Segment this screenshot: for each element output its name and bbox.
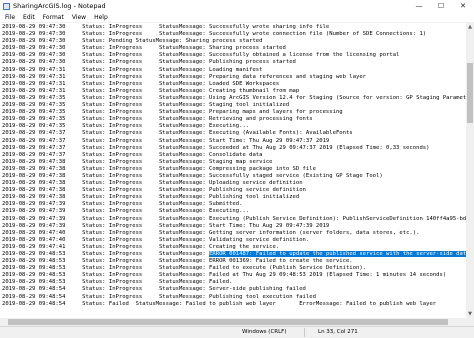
line-ending-indicator: Windows (CRLF) xyxy=(242,329,287,335)
log-line: 2019-08-29 09:47:30 Status: InProgress S… xyxy=(2,59,296,66)
scroll-down-arrow-icon[interactable]: ▼ xyxy=(466,310,474,318)
scroll-up-arrow-icon[interactable]: ▲ xyxy=(466,23,474,31)
window-controls: — ☐ ✕ xyxy=(408,0,474,12)
log-line: 2019-08-29 09:47:38 Status: InProgress S… xyxy=(2,165,316,172)
log-line: 2019-08-29 09:47:39 Status: InProgress S… xyxy=(2,201,243,208)
log-line: 2019-08-29 09:47:37 Status: InProgress S… xyxy=(2,144,430,151)
selected-text[interactable]: ERROR 001487: Failed to update the publi… xyxy=(209,251,466,257)
menu-help[interactable]: Help xyxy=(91,14,111,21)
status-divider xyxy=(304,328,305,337)
close-button[interactable]: ✕ xyxy=(452,0,474,12)
log-line: 2019-08-29 09:47:38 Status: InProgress S… xyxy=(2,172,383,179)
scrollbar-corner xyxy=(466,318,474,326)
log-line: 2019-08-29 09:47:37 Status: InProgress S… xyxy=(2,130,353,137)
horizontal-scroll-thumb[interactable] xyxy=(8,319,448,325)
vertical-scroll-thumb[interactable] xyxy=(467,63,473,123)
log-line: 2019-08-29 09:48:53 Status: InProgress S… xyxy=(2,251,466,258)
log-line: 2019-08-29 09:47:35 Status: InProgress S… xyxy=(2,123,250,130)
log-line: 2019-08-29 09:47:37 Status: InProgress S… xyxy=(2,137,330,144)
log-line: 2019-08-29 09:47:40 Status: InProgress S… xyxy=(2,236,310,243)
log-line-prefix: 2019-08-29 09:48:53 Status: InProgress S… xyxy=(2,251,210,257)
log-line: 2019-08-29 09:47:30 Status: InProgress S… xyxy=(2,24,330,30)
log-line: 2019-08-29 09:47:30 Status: InProgress S… xyxy=(2,52,400,59)
log-line: 2019-08-29 09:48:53 Status: InProgress S… xyxy=(2,272,447,279)
log-line: 2019-08-29 09:47:39 Status: InProgress S… xyxy=(2,208,250,215)
log-line: 2019-08-29 09:47:35 Status: InProgress S… xyxy=(2,116,313,123)
log-line: 2019-08-29 09:48:53 Status: InProgress S… xyxy=(2,265,367,272)
log-line: 2019-08-29 09:47:31 Status: InProgress S… xyxy=(2,87,300,94)
window-title: SharingArcGIS.log - Notepad xyxy=(13,2,106,10)
log-line: 2019-08-29 09:48:53 Status: InProgress S… xyxy=(2,279,233,286)
vertical-scrollbar[interactable]: ▲ ▼ xyxy=(466,23,474,318)
minimize-button[interactable]: — xyxy=(408,0,430,12)
log-line: 2019-08-29 09:47:37 Status: InProgress S… xyxy=(2,151,263,158)
log-line: 2019-08-29 09:48:54 Status: InProgress S… xyxy=(2,293,316,300)
title-bar: SharingArcGIS.log - Notepad — ☐ ✕ xyxy=(0,0,474,12)
log-line: 2019-08-29 09:47:31 Status: InProgress S… xyxy=(2,80,280,87)
menu-edit[interactable]: Edit xyxy=(20,14,38,21)
log-line: 2019-08-29 09:47:30 Status: InProgress S… xyxy=(2,31,427,38)
log-line: 2019-08-29 09:48:54 Status: InProgress S… xyxy=(2,286,306,293)
status-bar: Windows (CRLF) Ln 33, Col 271 xyxy=(0,326,474,338)
log-line: 2019-08-29 09:47:40 Status: InProgress S… xyxy=(2,229,420,236)
log-line: 2019-08-29 09:47:39 Status: InProgress S… xyxy=(2,215,466,222)
log-line: 2019-08-29 09:47:30 Status: Pending Stat… xyxy=(2,38,263,45)
menu-format[interactable]: Format xyxy=(40,14,67,21)
menu-file[interactable]: File xyxy=(2,14,18,21)
log-line: 2019-08-29 09:48:54 Status: Failed Statu… xyxy=(2,300,437,307)
notepad-icon xyxy=(3,2,10,10)
horizontal-scrollbar[interactable] xyxy=(0,318,466,326)
log-text: 2019-08-29 09:47:30 Status: InProgress S… xyxy=(2,24,466,308)
cursor-position: Ln 33, Col 271 xyxy=(318,329,358,335)
log-line: 2019-08-29 09:47:30 Status: InProgress S… xyxy=(2,45,286,52)
menu-view[interactable]: View xyxy=(69,14,89,21)
log-line: 2019-08-29 09:47:38 Status: InProgress S… xyxy=(2,180,303,187)
log-line: 2019-08-29 09:47:31 Status: InProgress S… xyxy=(2,66,263,73)
log-line: 2019-08-29 09:47:35 Status: InProgress S… xyxy=(2,109,343,116)
log-line: 2019-08-29 09:47:38 Status: InProgress S… xyxy=(2,158,273,165)
log-line: 2019-08-29 09:47:35 Status: InProgress S… xyxy=(2,102,290,109)
log-line: 2019-08-29 09:47:38 Status: InProgress S… xyxy=(2,194,300,201)
log-line: 2019-08-29 09:48:53 Status: InProgress S… xyxy=(2,258,353,265)
text-editor[interactable]: 2019-08-29 09:47:30 Status: InProgress S… xyxy=(0,23,466,318)
log-line: 2019-08-29 09:47:35 Status: InProgress S… xyxy=(2,94,466,101)
log-line: 2019-08-29 09:47:41 Status: InProgress S… xyxy=(2,243,280,250)
menu-bar: File Edit Format View Help xyxy=(0,12,474,23)
log-line: 2019-08-29 09:47:39 Status: InProgress S… xyxy=(2,222,330,229)
log-line: 2019-08-29 09:47:38 Status: InProgress S… xyxy=(2,187,306,194)
maximize-button[interactable]: ☐ xyxy=(430,0,452,12)
log-line: 2019-08-29 09:47:31 Status: InProgress S… xyxy=(2,73,367,80)
